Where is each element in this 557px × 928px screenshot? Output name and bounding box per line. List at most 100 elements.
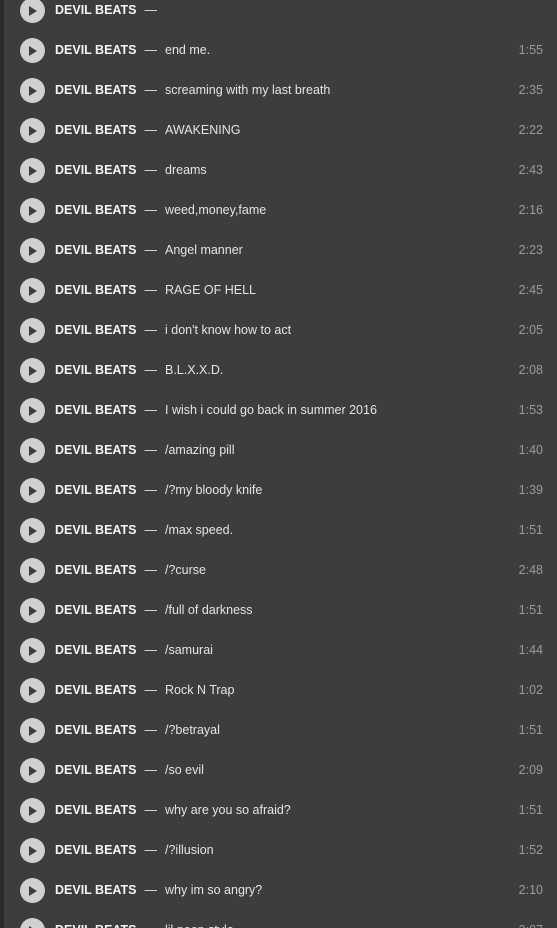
- play-button[interactable]: [20, 918, 45, 928]
- track-row[interactable]: DEVIL BEATS — I wish i could go back in su…: [0, 390, 557, 430]
- track-row[interactable]: DEVIL BEATS — /?my bloody knife 1:39: [0, 470, 557, 510]
- track-row[interactable]: DEVIL BEATS — /max speed. 1:51: [0, 510, 557, 550]
- track-row[interactable]: DEVIL BEATS — screaming with my last breat…: [0, 70, 557, 110]
- play-button[interactable]: [20, 758, 45, 783]
- track-title[interactable]: /?betrayal: [165, 723, 220, 737]
- play-button[interactable]: [20, 318, 45, 343]
- track-title[interactable]: I wish i could go back in summer 2016: [165, 403, 377, 417]
- track-row[interactable]: DEVIL BEATS — /amazing pill 1:40: [0, 430, 557, 470]
- track-title[interactable]: i don't know how to act: [165, 323, 291, 337]
- track-row[interactable]: DEVIL BEATS — weed,money,fame 2:16: [0, 190, 557, 230]
- track-artist[interactable]: DEVIL BEATS: [55, 763, 137, 777]
- track-artist[interactable]: DEVIL BEATS: [55, 123, 137, 137]
- track-row[interactable]: DEVIL BEATS — /so evil 2:09: [0, 750, 557, 790]
- play-button[interactable]: [20, 358, 45, 383]
- play-button[interactable]: [20, 478, 45, 503]
- track-artist[interactable]: DEVIL BEATS: [55, 923, 137, 928]
- track-title[interactable]: why im so angry?: [165, 883, 262, 897]
- track-artist[interactable]: DEVIL BEATS: [55, 683, 137, 697]
- play-button[interactable]: [20, 598, 45, 623]
- track-row[interactable]: DEVIL BEATS — RAGE OF HELL 2:45: [0, 270, 557, 310]
- play-button[interactable]: [20, 558, 45, 583]
- track-artist[interactable]: DEVIL BEATS: [55, 483, 137, 497]
- track-artist[interactable]: DEVIL BEATS: [55, 843, 137, 857]
- track-separator: —: [144, 523, 158, 537]
- track-artist[interactable]: DEVIL BEATS: [55, 563, 137, 577]
- track-row[interactable]: DEVIL BEATS —: [0, 0, 557, 30]
- track-artist[interactable]: DEVIL BEATS: [55, 643, 137, 657]
- play-button[interactable]: [20, 198, 45, 223]
- track-title[interactable]: Rock N Trap: [165, 683, 234, 697]
- track-artist[interactable]: DEVIL BEATS: [55, 523, 137, 537]
- track-separator: —: [144, 123, 158, 137]
- track-title[interactable]: AWAKENING: [165, 123, 240, 137]
- track-artist[interactable]: DEVIL BEATS: [55, 723, 137, 737]
- play-button[interactable]: [20, 278, 45, 303]
- track-row[interactable]: DEVIL BEATS — Angel manner 2:23: [0, 230, 557, 270]
- track-title[interactable]: /?curse: [165, 563, 206, 577]
- track-artist[interactable]: DEVIL BEATS: [55, 203, 137, 217]
- track-separator: —: [144, 803, 158, 817]
- track-artist[interactable]: DEVIL BEATS: [55, 323, 137, 337]
- track-artist[interactable]: DEVIL BEATS: [55, 363, 137, 377]
- play-button[interactable]: [20, 158, 45, 183]
- track-artist[interactable]: DEVIL BEATS: [55, 883, 137, 897]
- track-row[interactable]: DEVIL BEATS — lil peep style 3:07: [0, 910, 557, 928]
- play-button[interactable]: [20, 78, 45, 103]
- track-artist[interactable]: DEVIL BEATS: [55, 403, 137, 417]
- track-row[interactable]: DEVIL BEATS — /?illusion 1:52: [0, 830, 557, 870]
- track-title[interactable]: Angel manner: [165, 243, 243, 257]
- track-row[interactable]: DEVIL BEATS — AWAKENING 2:22: [0, 110, 557, 150]
- track-artist[interactable]: DEVIL BEATS: [55, 43, 137, 57]
- play-button[interactable]: [20, 718, 45, 743]
- track-row[interactable]: DEVIL BEATS — /samurai 1:44: [0, 630, 557, 670]
- track-title[interactable]: weed,money,fame: [165, 203, 266, 217]
- track-artist[interactable]: DEVIL BEATS: [55, 163, 137, 177]
- track-artist[interactable]: DEVIL BEATS: [55, 283, 137, 297]
- track-artist[interactable]: DEVIL BEATS: [55, 83, 137, 97]
- track-title[interactable]: RAGE OF HELL: [165, 283, 256, 297]
- play-button[interactable]: [20, 398, 45, 423]
- play-button[interactable]: [20, 678, 45, 703]
- track-artist[interactable]: DEVIL BEATS: [55, 603, 137, 617]
- track-artist[interactable]: DEVIL BEATS: [55, 443, 137, 457]
- track-row[interactable]: DEVIL BEATS — i don't know how to act 2:05: [0, 310, 557, 350]
- play-button[interactable]: [20, 438, 45, 463]
- play-button[interactable]: [20, 0, 45, 23]
- play-button[interactable]: [20, 518, 45, 543]
- play-button[interactable]: [20, 838, 45, 863]
- play-button[interactable]: [20, 238, 45, 263]
- track-title[interactable]: end me.: [165, 43, 210, 57]
- track-title[interactable]: /full of darkness: [165, 603, 253, 617]
- track-row[interactable]: DEVIL BEATS — why are you so afraid? 1:51: [0, 790, 557, 830]
- track-title[interactable]: /?my bloody knife: [165, 483, 262, 497]
- play-button[interactable]: [20, 798, 45, 823]
- track-title[interactable]: /max speed.: [165, 523, 233, 537]
- track-title[interactable]: lil peep style: [165, 923, 234, 928]
- play-button[interactable]: [20, 38, 45, 63]
- track-artist[interactable]: DEVIL BEATS: [55, 803, 137, 817]
- track-title[interactable]: /samurai: [165, 643, 213, 657]
- track-row[interactable]: DEVIL BEATS — dreams 2:43: [0, 150, 557, 190]
- track-title[interactable]: screaming with my last breath: [165, 83, 330, 97]
- track-row[interactable]: DEVIL BEATS — why im so angry? 2:10: [0, 870, 557, 910]
- play-button[interactable]: [20, 118, 45, 143]
- track-row[interactable]: DEVIL BEATS — B.L.X.X.D. 2:08: [0, 350, 557, 390]
- track-title[interactable]: /amazing pill: [165, 443, 234, 457]
- track-title[interactable]: dreams: [165, 163, 207, 177]
- track-separator: —: [144, 683, 158, 697]
- track-title[interactable]: /so evil: [165, 763, 204, 777]
- track-row[interactable]: DEVIL BEATS — /?betrayal 1:51: [0, 710, 557, 750]
- track-title[interactable]: B.L.X.X.D.: [165, 363, 223, 377]
- track-title[interactable]: why are you so afraid?: [165, 803, 291, 817]
- track-title[interactable]: /?illusion: [165, 843, 214, 857]
- track-row[interactable]: DEVIL BEATS — end me. 1:55: [0, 30, 557, 70]
- track-row[interactable]: DEVIL BEATS — /full of darkness 1:51: [0, 590, 557, 630]
- play-button[interactable]: [20, 638, 45, 663]
- track-artist[interactable]: DEVIL BEATS: [55, 3, 137, 17]
- track-artist[interactable]: DEVIL BEATS: [55, 243, 137, 257]
- track-list: DEVIL BEATS — DEVIL BEATS — end me. 1:55 DEVIL…: [0, 0, 557, 928]
- track-row[interactable]: DEVIL BEATS — /?curse 2:48: [0, 550, 557, 590]
- track-row[interactable]: DEVIL BEATS — Rock N Trap 1:02: [0, 670, 557, 710]
- play-button[interactable]: [20, 878, 45, 903]
